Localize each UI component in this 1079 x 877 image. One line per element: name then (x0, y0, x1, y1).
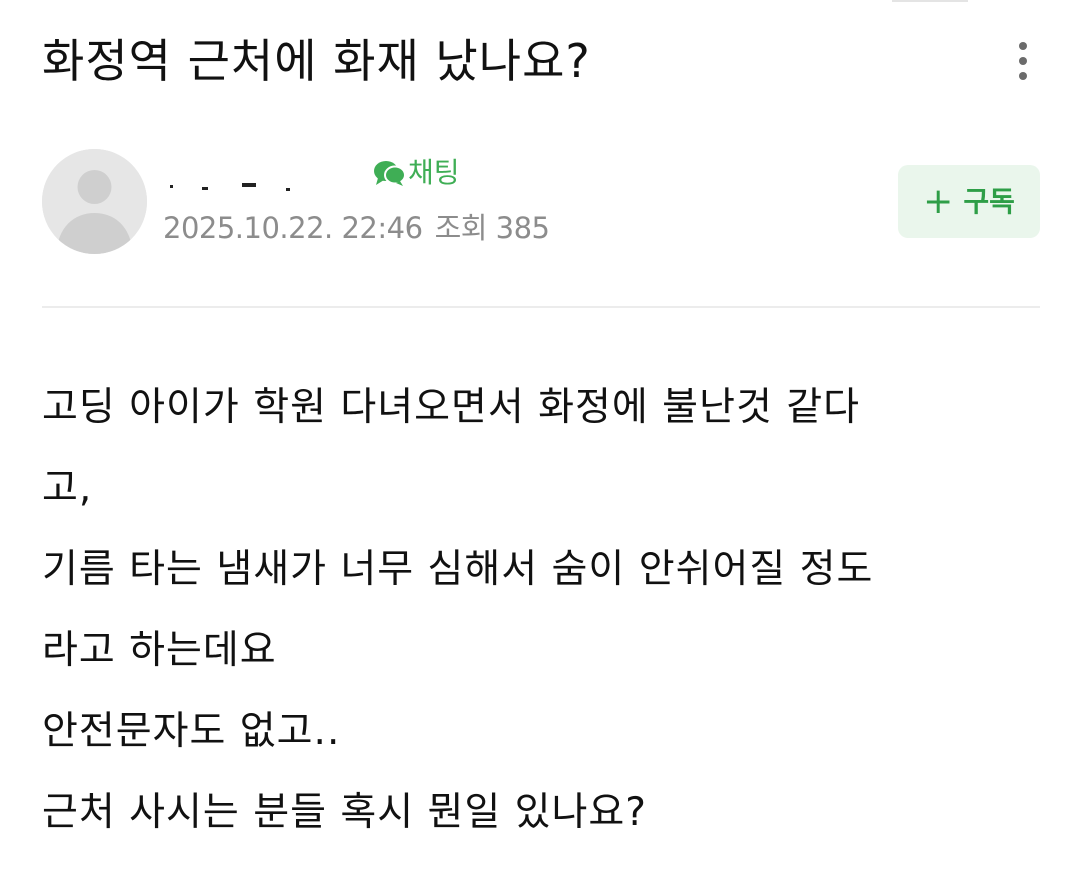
subscribe-label: 구독 (963, 184, 1015, 218)
post-body: 고딩 아이가 학원 다녀오면서 화정에 불난것 같다 고, 기름 타는 냄새가 … (42, 367, 1042, 853)
body-line: 고, (42, 466, 93, 511)
views-label: 조회 (434, 211, 488, 245)
plus-icon: + (923, 180, 954, 222)
chat-label: 채팅 (408, 156, 460, 189)
more-dot (1019, 72, 1027, 80)
body-line: 근처 사시는 분들 혹시 뭔일 있나요? (42, 790, 648, 835)
more-dot (1019, 57, 1027, 65)
body-line: 기름 타는 냄새가 너무 심해서 숨이 안쉬어질 정도 (42, 547, 874, 592)
views-count: 385 (495, 211, 550, 245)
default-user-icon (42, 149, 147, 254)
post-date: 2025.10.22. 22:46 (163, 211, 423, 245)
subscribe-button[interactable]: + 구독 (898, 165, 1040, 238)
top-edge-line (892, 0, 968, 2)
chat-bubble-icon (374, 161, 406, 186)
post-title: 화정역 근처에 화재 났나요? (42, 34, 591, 88)
body-line: 고딩 아이가 학원 다녀오면서 화정에 불난것 같다 (42, 385, 860, 430)
body-line: 안전문자도 없고.. (42, 709, 341, 754)
author-name-redacted[interactable] (168, 174, 298, 194)
chat-button[interactable]: 채팅 (372, 153, 460, 193)
avatar[interactable] (42, 149, 147, 254)
body-line: 라고 하는데요 (42, 628, 277, 673)
more-vertical-icon (1019, 42, 1027, 50)
post-meta: 2025.10.22. 22:46 조회 385 (163, 208, 550, 248)
more-options-button[interactable] (1004, 36, 1042, 86)
divider (42, 306, 1040, 308)
